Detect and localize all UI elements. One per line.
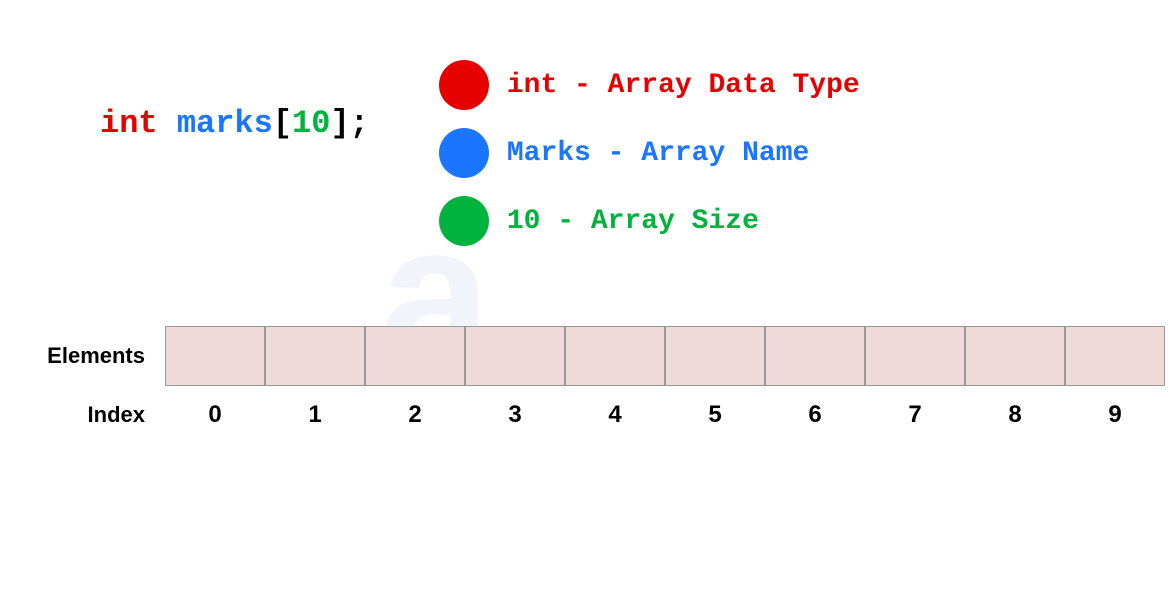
array-visualization: Elements Index 0 1 2 3 4 5 6 7 8 9 — [0, 326, 1171, 429]
code-keyword: int — [100, 105, 158, 142]
circle-icon — [439, 196, 489, 246]
index-value: 2 — [365, 401, 465, 429]
array-cell — [665, 326, 765, 386]
legend: int - Array Data Type Marks - Array Name… — [439, 60, 860, 246]
index-value: 6 — [765, 401, 865, 429]
array-cell — [465, 326, 565, 386]
index-cells: 0 1 2 3 4 5 6 7 8 9 — [165, 401, 1165, 429]
circle-icon — [439, 60, 489, 110]
index-row: Index 0 1 2 3 4 5 6 7 8 9 — [15, 401, 1171, 429]
array-cell — [865, 326, 965, 386]
legend-item-name: Marks - Array Name — [439, 128, 860, 178]
elements-label: Elements — [15, 343, 165, 369]
legend-label: int - Array Data Type — [507, 70, 860, 101]
array-cell — [1065, 326, 1165, 386]
index-value: 7 — [865, 401, 965, 429]
legend-item-datatype: int - Array Data Type — [439, 60, 860, 110]
code-array-size: 10 — [292, 105, 330, 142]
array-cell — [165, 326, 265, 386]
code-bracket-open: [ — [273, 105, 292, 142]
index-label: Index — [15, 402, 165, 428]
array-cell — [765, 326, 865, 386]
legend-label: Marks - Array Name — [507, 138, 809, 169]
array-cell — [265, 326, 365, 386]
index-value: 5 — [665, 401, 765, 429]
elements-row: Elements — [15, 326, 1171, 386]
index-value: 1 — [265, 401, 365, 429]
code-declaration: int marks[10]; — [100, 60, 369, 246]
code-semicolon: ; — [350, 105, 369, 142]
array-cell — [965, 326, 1065, 386]
top-section: int marks[10]; int - Array Data Type Mar… — [0, 0, 1171, 246]
legend-item-size: 10 - Array Size — [439, 196, 860, 246]
index-value: 3 — [465, 401, 565, 429]
legend-label: 10 - Array Size — [507, 206, 759, 237]
array-cells — [165, 326, 1165, 386]
index-value: 9 — [1065, 401, 1165, 429]
index-value: 0 — [165, 401, 265, 429]
index-value: 8 — [965, 401, 1065, 429]
code-array-name: marks — [177, 105, 273, 142]
index-value: 4 — [565, 401, 665, 429]
array-cell — [565, 326, 665, 386]
array-cell — [365, 326, 465, 386]
code-bracket-close: ] — [330, 105, 349, 142]
circle-icon — [439, 128, 489, 178]
